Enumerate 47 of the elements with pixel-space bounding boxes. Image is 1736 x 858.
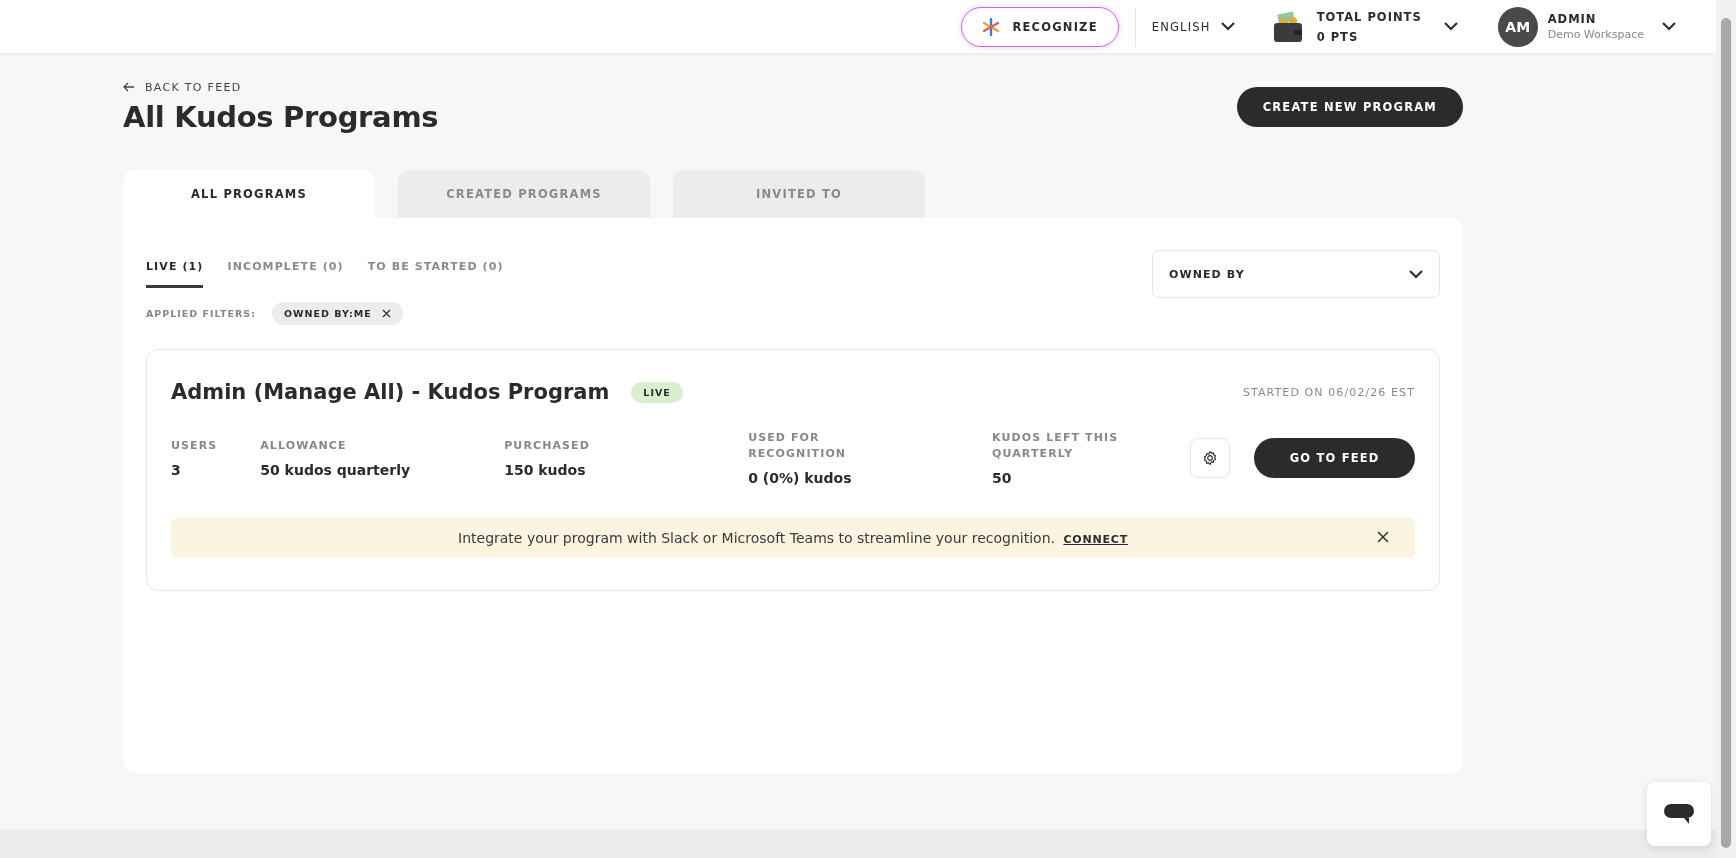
points-value: 0 PTS [1316, 29, 1360, 44]
close-icon [1377, 531, 1389, 543]
connect-link[interactable]: CONNECT [1063, 533, 1128, 546]
filter-chip[interactable]: OWNED BY:ME [272, 302, 403, 325]
stat-label: PURCHASED [504, 438, 591, 454]
chevron-down-icon [1662, 22, 1676, 31]
create-program-button[interactable]: CREATE NEW PROGRAM [1236, 87, 1463, 127]
applied-filters-label: APPLIED FILTERS: [146, 308, 256, 319]
stat-label: KUDOS LEFT THIS QUARTERLY [992, 430, 1120, 462]
arrow-left-icon [123, 82, 135, 92]
workspace-name: Demo Workspace [1547, 28, 1644, 41]
stat-value: 0 (0%) kudos [748, 470, 853, 486]
program-title: Admin (Manage All) - Kudos Program [171, 380, 610, 404]
start-date: STARTED ON 06/02/26 EST [1242, 385, 1415, 399]
owned-by-dropdown[interactable]: OWNED BY [1152, 250, 1440, 298]
chevron-down-icon [1220, 22, 1235, 31]
status-badge: LIVE [631, 381, 683, 403]
points-menu[interactable]: TOTAL POINTS 0 PTS [1272, 9, 1458, 44]
chat-bubble-icon [1663, 803, 1695, 825]
user-name: ADMIN [1547, 12, 1598, 26]
go-to-feed-button[interactable]: GO TO FEED [1254, 438, 1415, 478]
chevron-down-icon [1409, 269, 1423, 279]
chat-button[interactable] [1647, 782, 1711, 846]
stat-value: 50 kudos quarterly [260, 462, 412, 478]
status-tab[interactable]: LIVE (1) [146, 260, 204, 288]
program-tab[interactable]: ALL PROGRAMS [123, 170, 375, 218]
settings-icon [1202, 450, 1219, 466]
stat-label: USERS [171, 438, 219, 454]
chevron-down-icon [1443, 22, 1458, 31]
user-menu[interactable]: AM ADMIN Demo Workspace [1497, 6, 1676, 47]
stat-value: 150 kudos [504, 462, 587, 478]
stat-value: 50 [992, 470, 1013, 486]
language-selector[interactable]: ENGLISH [1151, 19, 1235, 34]
close-button[interactable] [1377, 531, 1389, 543]
points-label: TOTAL POINTS [1316, 9, 1422, 24]
stat-label: USED FOR RECOGNITION [748, 430, 848, 462]
wallet-icon [1272, 10, 1303, 43]
back-to-feed-link[interactable]: BACK TO FEED [123, 80, 242, 94]
asterisk-icon [982, 17, 1001, 36]
recognize-button[interactable]: RECOGNIZE [961, 6, 1119, 47]
stat-label: ALLOWANCE [260, 438, 348, 454]
banner-text: Integrate your program with Slack or Microsoft Teams to streamline your recognition. CONNECT [458, 530, 1128, 546]
close-icon [381, 309, 391, 318]
page-title: All Kudos Programs [123, 100, 439, 134]
user-avatar: AM [1497, 6, 1538, 47]
stat-value: 3 [171, 462, 182, 478]
settings-button[interactable] [1190, 438, 1231, 478]
